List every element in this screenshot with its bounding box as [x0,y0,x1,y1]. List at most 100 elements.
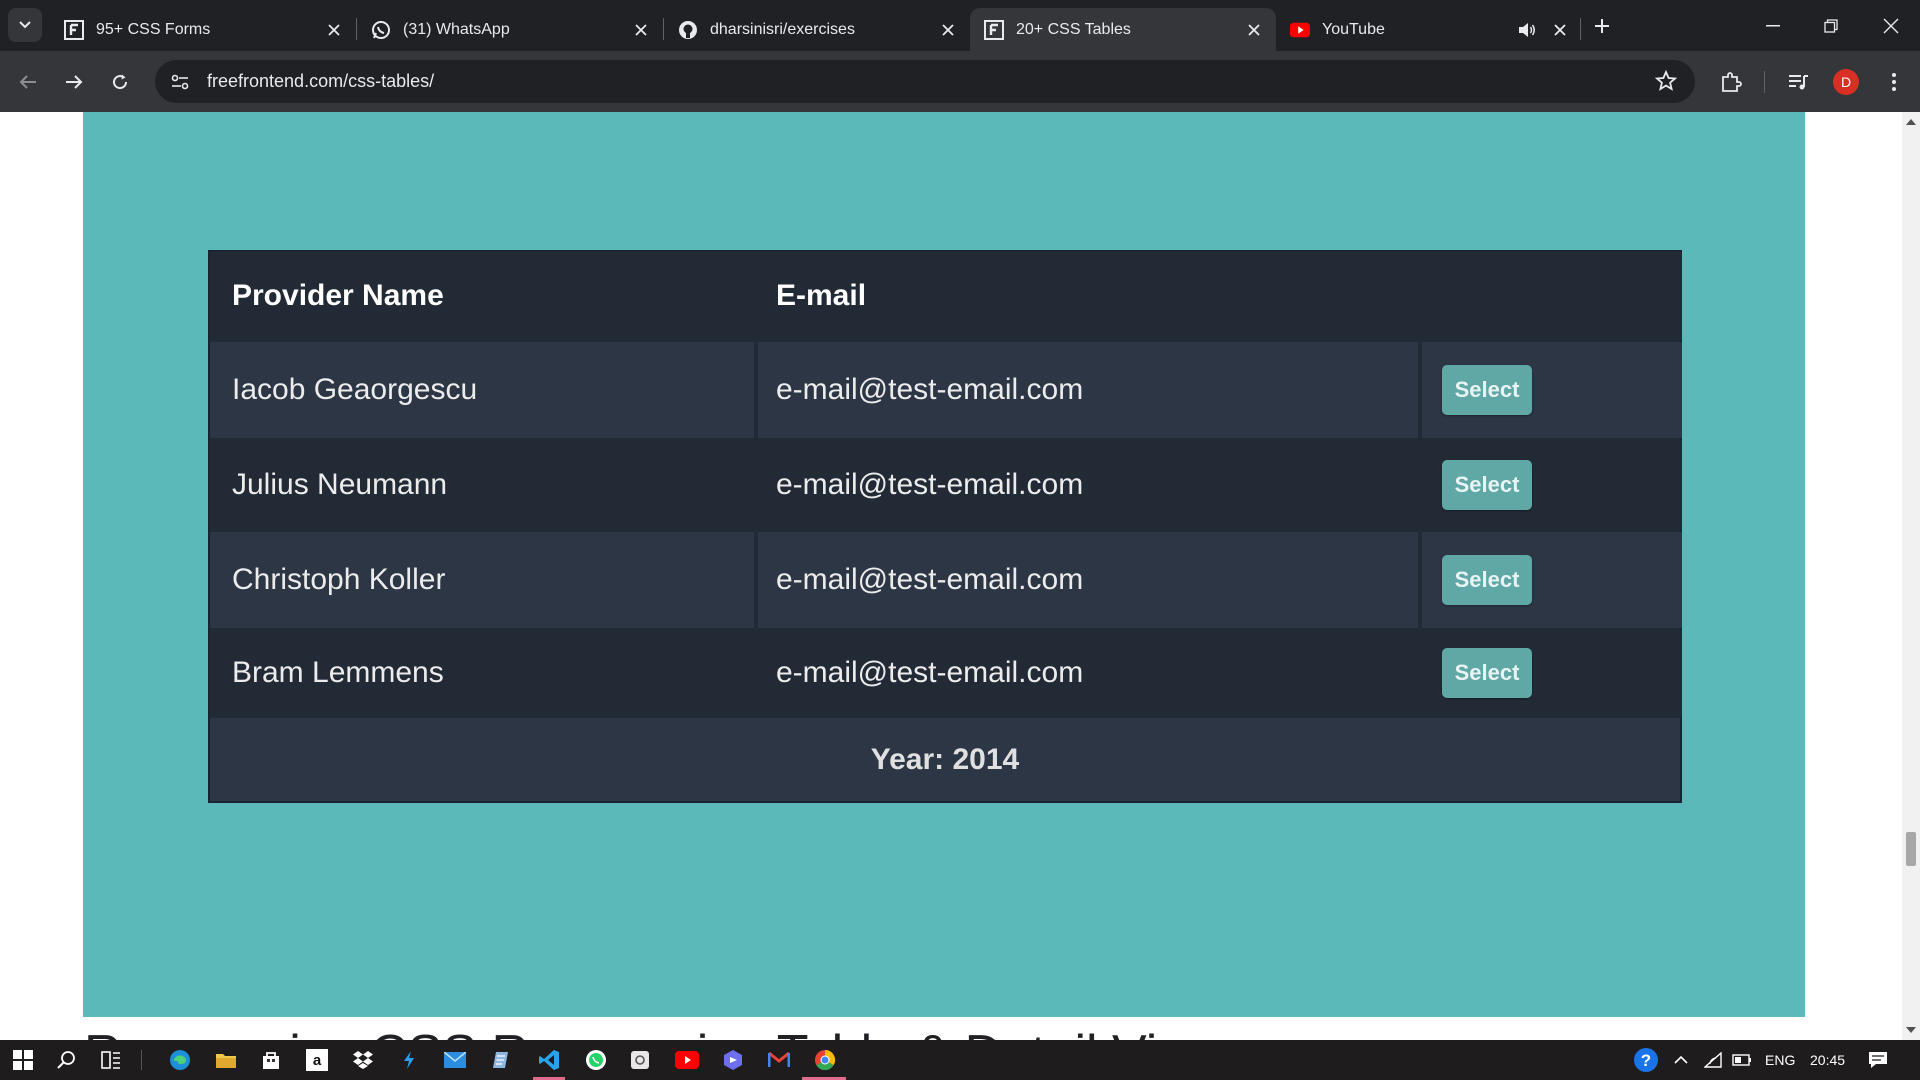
power-automate-icon[interactable] [395,1046,423,1074]
action-cell: Select [1422,342,1682,438]
select-button[interactable]: Select [1442,555,1532,605]
tab-strip: 95+ CSS Forms (31) WhatsApp dharsinisri/… [0,0,1920,51]
select-button[interactable]: Select [1442,365,1532,415]
page-scrollbar[interactable] [1902,112,1920,1040]
tab-search-button[interactable] [8,8,42,42]
windows-start-icon[interactable] [9,1046,37,1074]
chevron-up-icon[interactable] [1667,1046,1695,1074]
arrow-right-icon [66,75,83,89]
file-explorer-icon[interactable] [212,1046,240,1074]
email-cell: e-mail@test-email.com [758,630,1418,716]
freefrontend-icon [64,19,84,40]
language-indicator[interactable]: ENG [1765,1040,1795,1080]
tab-css-tables[interactable]: 20+ CSS Tables [970,8,1276,51]
dropbox-icon[interactable] [349,1046,377,1074]
minimize-button[interactable] [1744,0,1802,51]
taskbar-divider [141,1050,142,1070]
snipping-tool-icon[interactable] [626,1046,654,1074]
star-icon[interactable] [1654,69,1678,97]
browser-menu-button[interactable] [1878,66,1910,98]
reload-button[interactable] [104,66,136,98]
mail-icon[interactable] [441,1046,469,1074]
arrow-left-icon [19,75,36,89]
close-icon[interactable] [938,20,958,40]
media-controls-button[interactable] [1783,66,1815,98]
wifi-icon[interactable] [1699,1046,1727,1074]
whatsapp-icon [371,20,391,40]
scroll-thumb[interactable] [1906,832,1916,866]
chrome-icon[interactable] [811,1046,839,1074]
reload-icon [113,74,128,90]
minimize-icon [1766,24,1780,26]
provider-name-cell: Christoph Koller [210,532,754,628]
puzzle-icon [1722,72,1742,92]
restore-icon [1824,18,1838,33]
tab-css-forms[interactable]: 95+ CSS Forms [50,8,356,51]
section-heading: Responsive CSS Responsive Table & Detail… [84,1024,1224,1040]
svg-text:a: a [313,1052,322,1069]
back-button[interactable] [12,66,44,98]
svg-text:?: ? [1641,1051,1651,1070]
window-close-button[interactable] [1862,0,1920,51]
forward-button[interactable] [58,66,90,98]
table-row: Julius Neumann e-mail@test-email.com Sel… [210,440,1682,530]
email-cell: e-mail@test-email.com [758,532,1418,628]
restore-button[interactable] [1802,0,1860,51]
tab-whatsapp[interactable]: (31) WhatsApp [357,8,663,51]
tab-title: YouTube [1322,20,1385,38]
scroll-down-icon[interactable] [1905,1024,1917,1036]
close-icon[interactable] [1244,20,1264,40]
profile-avatar[interactable]: D [1833,69,1859,95]
extensions-button[interactable] [1715,66,1747,98]
page-viewport: Provider Name E-mail Iacob Geaorgescu e-… [0,112,1902,1040]
copilot-icon[interactable] [719,1046,747,1074]
queue-music-icon [1789,75,1808,90]
email-cell: e-mail@test-email.com [758,440,1418,530]
tab-title: dharsinisri/exercises [710,20,855,38]
tab-github-exercises[interactable]: dharsinisri/exercises [664,8,970,51]
tab-divider [1580,18,1581,40]
site-info-icon[interactable] [169,71,191,93]
edge-icon[interactable] [166,1046,194,1074]
tab-youtube[interactable]: YouTube [1276,8,1582,51]
provider-name-cell: Bram Lemmens [210,630,754,716]
search-icon[interactable] [53,1046,81,1074]
table-row: Bram Lemmens e-mail@test-email.com Selec… [210,630,1682,716]
close-icon[interactable] [631,20,651,40]
clock[interactable]: 20:45 [1810,1040,1845,1080]
address-bar[interactable]: freefrontend.com/css-tables/ [155,60,1695,103]
amazon-icon[interactable]: a [303,1046,331,1074]
whatsapp-icon[interactable] [582,1046,610,1074]
gmail-icon[interactable] [765,1046,793,1074]
select-button[interactable]: Select [1442,648,1532,698]
notifications-icon[interactable] [1864,1046,1892,1074]
table-footer: Year: 2014 [210,718,1680,801]
new-tab-button[interactable] [1588,12,1616,40]
demo-panel: Provider Name E-mail Iacob Geaorgescu e-… [83,112,1805,1017]
close-icon[interactable] [324,20,344,40]
select-button[interactable]: Select [1442,460,1532,510]
table-header-row: Provider Name E-mail [210,252,1682,340]
plus-icon [1595,19,1609,33]
more-vertical-icon [1892,73,1896,91]
windows-taskbar: a ? ENG 20:45 [0,1040,1920,1080]
email-cell: e-mail@test-email.com [758,342,1418,438]
battery-icon[interactable] [1728,1046,1756,1074]
help-icon[interactable]: ? [1632,1046,1660,1074]
provider-name-cell: Iacob Geaorgescu [210,342,754,438]
scroll-up-icon[interactable] [1905,116,1917,128]
header-action [1422,252,1682,340]
chevron-down-icon [19,21,31,29]
url-text[interactable]: freefrontend.com/css-tables/ [207,71,434,92]
browser-toolbar: freefrontend.com/css-tables/ D [0,51,1920,112]
vscode-icon[interactable] [535,1046,563,1074]
action-cell: Select [1422,440,1682,530]
notes-icon[interactable] [487,1046,515,1074]
close-icon[interactable] [1550,20,1570,40]
provider-name-cell: Julius Neumann [210,440,754,530]
speaker-icon[interactable] [1518,22,1536,38]
task-view-icon[interactable] [97,1046,125,1074]
freefrontend-icon [984,19,1004,40]
store-icon[interactable] [257,1046,285,1074]
youtube-icon[interactable] [673,1046,701,1074]
